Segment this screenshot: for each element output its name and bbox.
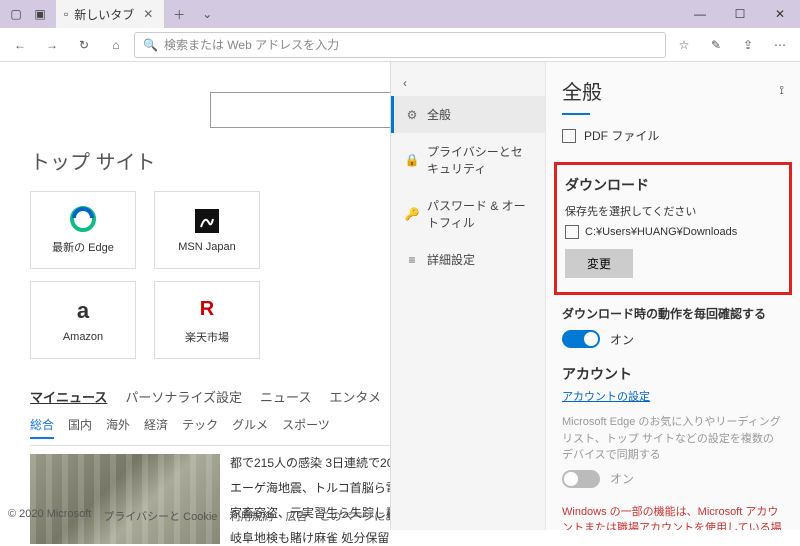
toggle-on-label: オン bbox=[610, 331, 634, 348]
copyright: © 2020 Microsoft bbox=[8, 508, 91, 524]
top-site-tile[interactable]: R 楽天市場 bbox=[154, 281, 260, 359]
settings-nav-passwords[interactable]: 🔑 パスワード & オートフィル bbox=[391, 187, 545, 241]
settings-nav-advanced[interactable]: ≡ 詳細設定 bbox=[391, 241, 545, 278]
home-button[interactable]: ⌂ bbox=[102, 31, 130, 59]
close-tab-icon[interactable]: ✕ bbox=[140, 7, 156, 21]
pdf-label: PDF ファイル bbox=[584, 127, 659, 144]
msn-icon bbox=[193, 207, 221, 235]
footer-link[interactable]: 利用規約 bbox=[229, 508, 273, 524]
tile-label: MSN Japan bbox=[178, 241, 235, 253]
more-button[interactable]: ⋯ bbox=[766, 31, 794, 59]
news-cat[interactable]: 経済 bbox=[144, 416, 168, 439]
folder-icon bbox=[565, 225, 579, 239]
page-footer: © 2020 Microsoft プライバシーと Cookie 利用規約 広告 … bbox=[8, 508, 451, 524]
account-heading: アカウント bbox=[562, 364, 784, 384]
sync-description: Microsoft Edge のお気に入りやリーディング リスト、トップ サイト… bbox=[562, 414, 784, 464]
window-close-button[interactable]: ✕ bbox=[760, 0, 800, 28]
news-tab-news[interactable]: ニュース bbox=[260, 387, 311, 406]
news-cat[interactable]: 海外 bbox=[106, 416, 130, 439]
refresh-button[interactable]: ↻ bbox=[70, 31, 98, 59]
new-tab-button[interactable]: ＋ bbox=[165, 0, 193, 28]
nav-label: 全般 bbox=[427, 106, 451, 123]
download-heading: ダウンロード bbox=[565, 175, 781, 195]
nav-label: 詳細設定 bbox=[427, 251, 475, 268]
url-input[interactable]: 🔍 検索または Web アドレスを入力 bbox=[134, 32, 666, 58]
news-tab-personalize[interactable]: パーソナライズ設定 bbox=[125, 387, 242, 406]
footer-link[interactable]: プライバシーと Cookie bbox=[103, 508, 217, 524]
download-path: C:¥Users¥HUANG¥Downloads bbox=[585, 226, 737, 238]
tab-menu-chevron-icon[interactable]: ⌄ bbox=[193, 0, 221, 28]
window-maximize-button[interactable]: ☐ bbox=[720, 0, 760, 28]
top-site-tile[interactable]: a Amazon bbox=[30, 281, 136, 359]
amazon-icon: a bbox=[69, 297, 97, 325]
settings-pane-general: 全般 ⟟ PDF ファイル ダウンロード 保存先を選択してください C:¥Use… bbox=[545, 62, 800, 530]
share-button[interactable]: ⇪ bbox=[734, 31, 762, 59]
nav-label: プライバシーとセキュリティ bbox=[427, 143, 531, 177]
lock-icon: 🔒 bbox=[405, 153, 419, 167]
news-tab-mynews[interactable]: マイニュース bbox=[30, 387, 107, 406]
gear-icon: ⚙ bbox=[405, 108, 419, 122]
key-icon: 🔑 bbox=[405, 207, 419, 221]
settings-nav-general[interactable]: ⚙ 全般 bbox=[391, 96, 545, 133]
download-section-highlight: ダウンロード 保存先を選択してください C:¥Users¥HUANG¥Downl… bbox=[554, 162, 792, 295]
page-icon: ▫ bbox=[64, 7, 68, 21]
tab-aside-icon[interactable]: ▢ bbox=[4, 0, 28, 28]
top-site-tile[interactable]: 最新の Edge bbox=[30, 191, 136, 269]
footer-link[interactable]: 広告 bbox=[285, 508, 307, 524]
title-underline bbox=[562, 113, 590, 115]
browser-tab[interactable]: ▫ 新しいタブ ✕ bbox=[56, 0, 165, 28]
toggle-off-label: オン bbox=[610, 470, 634, 487]
rakuten-icon: R bbox=[193, 295, 221, 323]
url-placeholder: 検索または Web アドレスを入力 bbox=[164, 36, 339, 53]
tile-label: 楽天市場 bbox=[185, 329, 229, 345]
account-warning: Windows の一部の機能は、Microsoft アカウントまたは職場アカウン… bbox=[562, 504, 784, 531]
settings-nav: ‹ ⚙ 全般 🔒 プライバシーとセキュリティ 🔑 パスワード & オートフィル … bbox=[390, 62, 545, 530]
news-cat[interactable]: グルメ bbox=[232, 416, 268, 439]
sliders-icon: ≡ bbox=[405, 253, 419, 267]
news-cat[interactable]: 総合 bbox=[30, 416, 54, 439]
change-download-folder-button[interactable]: 変更 bbox=[565, 249, 633, 278]
confirm-each-download-label: ダウンロード時の動作を毎回確認する bbox=[562, 305, 784, 322]
news-tab-entertainment[interactable]: エンタメ bbox=[329, 387, 381, 406]
nav-label: パスワード & オートフィル bbox=[427, 197, 531, 231]
account-settings-link[interactable]: アカウントの設定 bbox=[562, 388, 784, 404]
confirm-download-toggle[interactable] bbox=[562, 330, 600, 348]
search-icon: 🔍 bbox=[143, 38, 158, 52]
back-button[interactable]: ← bbox=[6, 31, 34, 59]
titlebar: ▢ ▣ ▫ 新しいタブ ✕ ＋ ⌄ — ☐ ✕ bbox=[0, 0, 800, 28]
window-minimize-button[interactable]: — bbox=[680, 0, 720, 28]
sync-toggle[interactable] bbox=[562, 470, 600, 488]
notes-button[interactable]: ✎ bbox=[702, 31, 730, 59]
address-bar: ← → ↻ ⌂ 🔍 検索または Web アドレスを入力 ☆ ✎ ⇪ ⋯ bbox=[0, 28, 800, 62]
edge-icon bbox=[69, 205, 97, 233]
pane-title: 全般 bbox=[562, 76, 602, 105]
settings-back-button[interactable]: ‹ bbox=[391, 70, 545, 96]
settings-nav-privacy[interactable]: 🔒 プライバシーとセキュリティ bbox=[391, 133, 545, 187]
top-site-tile[interactable]: MSN Japan bbox=[154, 191, 260, 269]
pdf-checkbox[interactable] bbox=[562, 129, 576, 143]
news-cat[interactable]: テック bbox=[182, 416, 218, 439]
tab-title: 新しいタブ bbox=[74, 6, 134, 23]
pin-icon[interactable]: ⟟ bbox=[780, 83, 784, 98]
download-choose-label: 保存先を選択してください bbox=[565, 203, 781, 219]
tab-preview-icon[interactable]: ▣ bbox=[28, 0, 52, 28]
forward-button[interactable]: → bbox=[38, 31, 66, 59]
tile-label: 最新の Edge bbox=[52, 239, 114, 255]
news-cat[interactable]: 国内 bbox=[68, 416, 92, 439]
favorites-button[interactable]: ☆ bbox=[670, 31, 698, 59]
news-headline[interactable]: エーゲ海地震、トルコ首脳ら電 bbox=[230, 479, 400, 496]
news-thumbnail[interactable] bbox=[30, 454, 220, 544]
news-headline[interactable]: 岐阜地検も賭け麻雀 処分保留 bbox=[230, 529, 400, 546]
news-headline[interactable]: 都で215人の感染 3日連続で200 bbox=[230, 454, 400, 471]
news-cat[interactable]: スポーツ bbox=[282, 416, 330, 439]
tile-label: Amazon bbox=[63, 331, 103, 343]
